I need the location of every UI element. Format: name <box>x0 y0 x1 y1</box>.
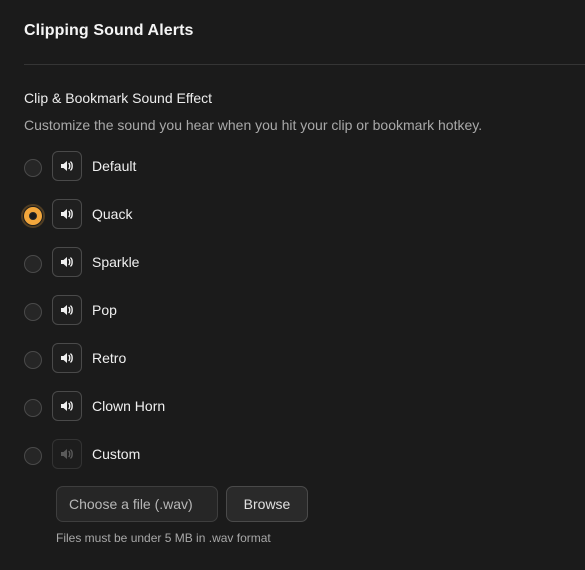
file-input[interactable]: Choose a file (.wav) <box>56 486 218 522</box>
preview-sparkle-button[interactable] <box>52 247 82 277</box>
radio-pop[interactable] <box>24 302 42 321</box>
sound-option-label: Quack <box>92 206 133 222</box>
preview-pop-button[interactable] <box>52 295 82 325</box>
speaker-icon <box>61 353 73 363</box>
speaker-icon <box>61 209 73 219</box>
preview-retro-button[interactable] <box>52 343 82 373</box>
sound-option-label: Custom <box>92 446 141 462</box>
sound-option-quack[interactable]: Quack <box>21 198 165 230</box>
speaker-icon <box>61 161 73 171</box>
page-title: Clipping Sound Alerts <box>24 22 194 39</box>
custom-file-row: Choose a file (.wav) Browse <box>56 486 308 522</box>
divider <box>24 64 585 65</box>
radio-retro[interactable] <box>24 350 42 369</box>
preview-clown-horn-button[interactable] <box>52 391 82 421</box>
sound-options-list: Default Quack Sparkle Pop Retro Clown Ho… <box>21 150 165 486</box>
radio-custom[interactable] <box>24 446 42 465</box>
sound-option-label: Clown Horn <box>92 398 166 414</box>
clipping-sound-alerts-panel: Clipping Sound Alerts Clip & Bookmark So… <box>0 0 585 570</box>
sound-option-label: Retro <box>92 350 127 366</box>
sound-option-pop[interactable]: Pop <box>24 294 165 326</box>
sound-option-label: Pop <box>92 302 117 318</box>
radio-default[interactable] <box>24 158 42 177</box>
speaker-icon <box>61 305 73 315</box>
sound-option-sparkle[interactable]: Sparkle <box>24 246 165 278</box>
preview-quack-button[interactable] <box>52 199 82 229</box>
browse-button[interactable]: Browse <box>226 486 308 522</box>
file-hint: Files must be under 5 MB in .wav format <box>56 531 271 545</box>
sound-option-retro[interactable]: Retro <box>24 342 165 374</box>
preview-custom-button <box>52 439 82 469</box>
speaker-icon <box>61 257 73 267</box>
section-title: Clip & Bookmark Sound Effect <box>24 90 213 106</box>
preview-default-button[interactable] <box>52 151 82 181</box>
radio-quack[interactable] <box>21 203 45 228</box>
sound-option-label: Sparkle <box>92 254 140 270</box>
radio-sparkle[interactable] <box>24 254 42 273</box>
section-description: Customize the sound you hear when you hi… <box>24 117 483 133</box>
sound-option-clown-horn[interactable]: Clown Horn <box>24 390 165 422</box>
sound-option-label: Default <box>92 158 137 174</box>
sound-option-default[interactable]: Default <box>24 150 165 182</box>
radio-clown-horn[interactable] <box>24 398 42 417</box>
speaker-icon <box>61 401 73 411</box>
sound-option-custom[interactable]: Custom <box>24 438 165 470</box>
speaker-icon <box>61 449 73 459</box>
